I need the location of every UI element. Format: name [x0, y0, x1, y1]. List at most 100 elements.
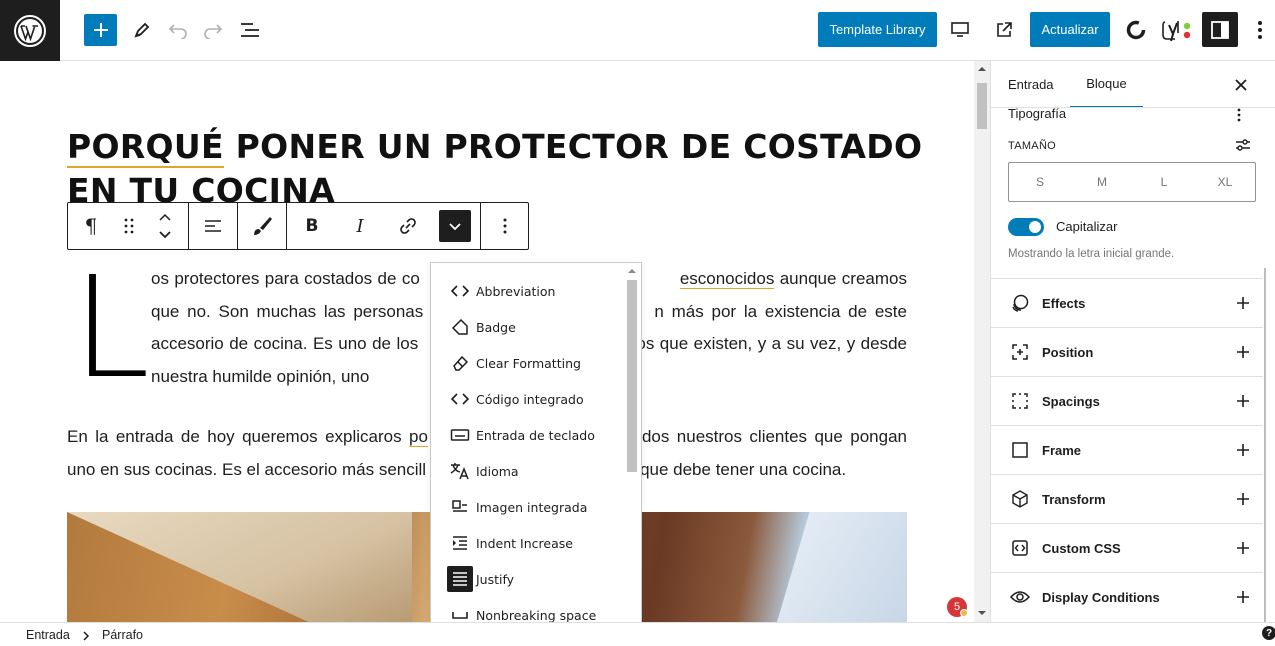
menu-item-abbreviation[interactable]: Abbreviation [431, 273, 627, 309]
transform-block-button[interactable]: ¶ [68, 203, 114, 249]
menu-scrollbar[interactable] [625, 269, 639, 644]
external-link-icon [997, 22, 1012, 37]
tab-block[interactable]: Bloque [1070, 61, 1143, 108]
plugin-button[interactable] [1122, 16, 1150, 44]
tools-button[interactable] [130, 18, 154, 42]
view-post-button[interactable] [992, 18, 1016, 42]
block-options-button[interactable] [481, 203, 529, 249]
drag-handle[interactable] [114, 203, 144, 249]
capitalize-toggle[interactable] [1008, 218, 1044, 236]
image-wall-area [777, 512, 907, 622]
close-icon [1235, 79, 1247, 91]
keyboard-icon [449, 424, 471, 446]
more-vertical-icon [1237, 108, 1241, 122]
menu-item-label: Imagen integrada [476, 499, 588, 515]
post-title[interactable]: PORQUÉ PONER UN PROTECTOR DE COSTADO EN … [67, 125, 927, 213]
para1-link[interactable]: esconocidos [679, 269, 775, 289]
panel-effects[interactable]: Effects [991, 278, 1263, 327]
capitalize-label: Capitalizar [1056, 219, 1118, 234]
tab-label: Bloque [1086, 76, 1127, 91]
scroll-up-arrow-icon [628, 269, 636, 273]
panel-position[interactable]: Position [991, 327, 1263, 376]
more-vertical-icon [503, 218, 507, 234]
panel-label: Display Conditions [1042, 589, 1160, 605]
chevron-up-down-icon [159, 213, 171, 239]
undo-button[interactable] [166, 18, 190, 42]
size-option-xl[interactable]: XL [1195, 163, 1255, 201]
panel-custom-css[interactable]: Custom CSS [991, 523, 1263, 572]
update-button[interactable]: Actualizar [1030, 12, 1110, 47]
help-icon[interactable]: ? [1262, 626, 1275, 640]
sidebar-scrollbar[interactable] [1262, 268, 1270, 622]
panel-label: Frame [1042, 442, 1082, 458]
move-up-down-buttons[interactable] [150, 203, 180, 249]
panel-display-conditions[interactable]: Display Conditions [991, 572, 1263, 621]
pencil-icon [134, 22, 150, 38]
menu-item-keyboard-input[interactable]: Entrada de teclado [431, 417, 627, 453]
size-option-l[interactable]: L [1133, 163, 1195, 201]
panel-spacings[interactable]: Spacings [991, 376, 1263, 425]
menu-item-inline-code[interactable]: Código integrado [431, 381, 627, 417]
menu-item-badge[interactable]: Badge [431, 309, 627, 345]
styles-button[interactable] [238, 203, 286, 249]
title-underlined-word: PORQUÉ [67, 127, 224, 168]
template-library-button[interactable]: Template Library [818, 12, 937, 47]
canvas-scrollbar[interactable] [974, 61, 990, 622]
add-block-button[interactable] [84, 14, 117, 46]
para2-text-c: que debe tener una cocina. [640, 459, 847, 479]
canvas-scroll-thumb[interactable] [977, 83, 987, 129]
para2-text-a: En la entrada de hoy queremos explicaros [67, 427, 410, 446]
wordpress-logo-button[interactable] [0, 0, 60, 61]
menu-item-justify[interactable]: Justify [431, 561, 627, 597]
panel-frame[interactable]: Frame [991, 425, 1263, 474]
options-menu-button[interactable] [1248, 18, 1272, 42]
plus-icon [1237, 297, 1249, 309]
menu-item-language[interactable]: Idioma [431, 453, 627, 489]
breadcrumb-current[interactable]: Párrafo [102, 628, 143, 642]
preview-button[interactable] [948, 18, 972, 42]
typography-options-button[interactable] [1237, 107, 1249, 123]
paragraph-icon: ¶ [84, 214, 98, 238]
menu-item-indent-increase[interactable]: Indent Increase [431, 525, 627, 561]
menu-item-clear-formatting[interactable]: Clear Formatting [431, 345, 627, 381]
code-icon [449, 280, 471, 302]
menu-item-label: Código integrado [476, 391, 584, 407]
scroll-down-arrow-icon [978, 611, 986, 615]
link-button[interactable] [386, 203, 430, 249]
sidebar-scroll-thumb[interactable] [1264, 268, 1266, 622]
panel-transform[interactable]: Transform [991, 474, 1263, 523]
toggle-knob [1029, 221, 1041, 233]
align-left-icon [205, 220, 221, 232]
italic-button[interactable]: I [338, 203, 382, 249]
plus-icon [1237, 591, 1249, 603]
tab-label: Entrada [1008, 77, 1054, 92]
menu-item-inline-image[interactable]: Imagen integrada [431, 489, 627, 525]
tab-post[interactable]: Entrada [1008, 61, 1054, 108]
tag-icon [449, 316, 471, 338]
panel-label: Effects [1042, 295, 1086, 311]
more-formats-button[interactable] [439, 210, 471, 242]
drop-cap-letter: L [72, 247, 150, 410]
size-option-s[interactable]: S [1009, 163, 1071, 201]
settings-toggle-button[interactable] [1202, 12, 1238, 47]
redo-button[interactable] [201, 18, 225, 42]
bold-icon: B [305, 216, 319, 236]
menu-item-label: Entrada de teclado [476, 427, 595, 443]
close-sidebar-button[interactable] [1234, 77, 1250, 93]
chevron-down-icon [449, 223, 461, 231]
eraser-icon [449, 352, 471, 374]
justify-icon [447, 566, 473, 592]
para2-link[interactable]: po [409, 427, 428, 447]
size-option-m[interactable]: M [1071, 163, 1133, 201]
align-button[interactable] [189, 203, 237, 249]
plugin-ring-icon [1126, 20, 1146, 40]
panel-label: Position [1042, 344, 1094, 360]
breadcrumb-root[interactable]: Entrada [26, 628, 70, 642]
block-toolbar: ¶ B I [67, 202, 529, 250]
size-custom-button[interactable] [1235, 137, 1253, 153]
menu-item-label: Nonbreaking space [476, 607, 597, 623]
menu-scroll-thumb[interactable] [627, 280, 637, 472]
bold-button[interactable]: B [290, 203, 334, 249]
yoast-seo-button[interactable] [1160, 15, 1194, 45]
document-overview-button[interactable] [238, 18, 262, 42]
